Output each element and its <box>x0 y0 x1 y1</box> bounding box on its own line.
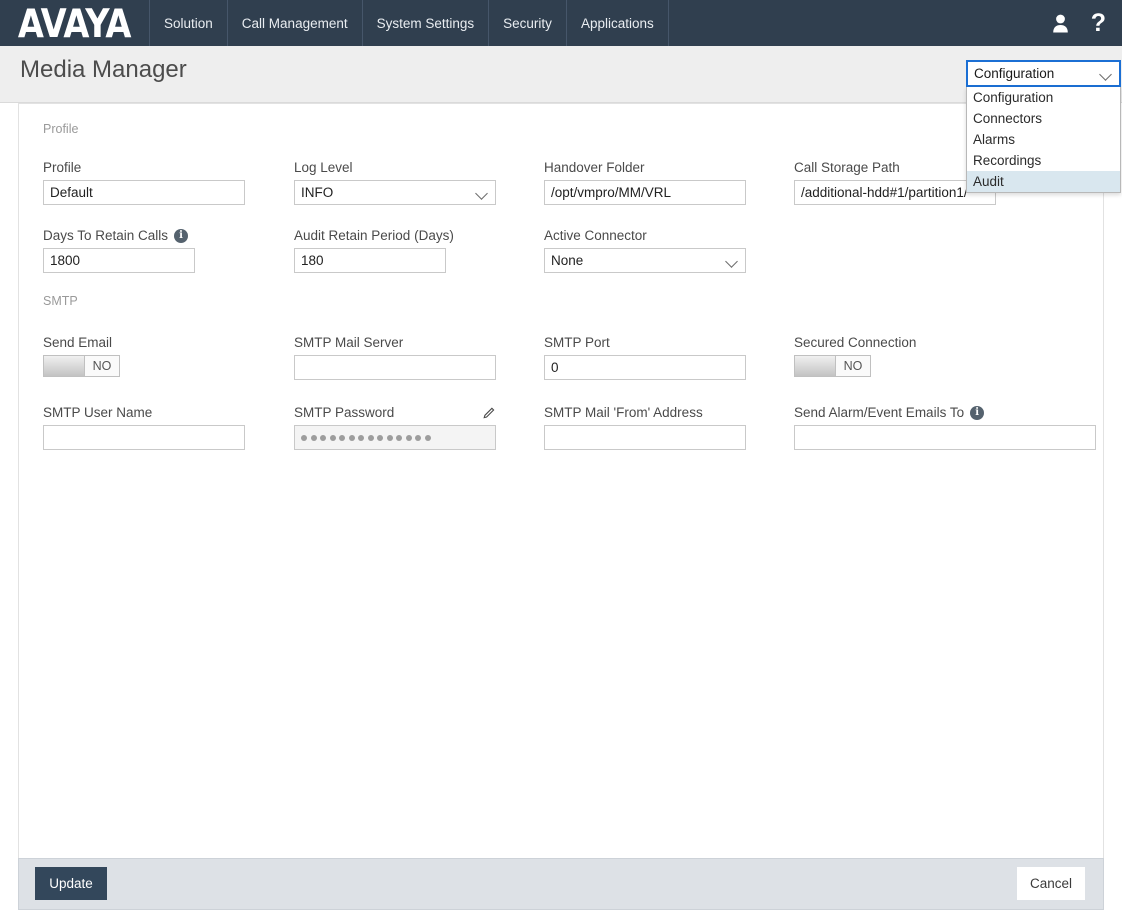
send-email-toggle-knob <box>44 356 85 376</box>
field-send-alarm-event-emails-to: Send Alarm/Event Emails To i <box>794 405 1096 450</box>
dropdown-option-alarms[interactable]: Alarms <box>967 129 1120 150</box>
smtp-mail-from-address-input[interactable] <box>544 425 746 450</box>
avaya-logo-text: AVAYA <box>18 0 131 47</box>
section-header-smtp: SMTP <box>43 294 78 308</box>
field-label-handover-folder: Handover Folder <box>544 160 645 175</box>
user-icon[interactable] <box>1052 14 1069 33</box>
form-action-bar: Update Cancel <box>18 858 1104 910</box>
dropdown-option-connectors[interactable]: Connectors <box>967 108 1120 129</box>
field-send-email: Send Email NO <box>43 335 245 377</box>
update-button[interactable]: Update <box>35 867 107 900</box>
smtp-port-input[interactable]: 0 <box>544 355 746 380</box>
nav-item-security[interactable]: Security <box>489 0 567 46</box>
field-label-days-to-retain-calls: Days To Retain Calls i <box>43 228 195 243</box>
send-email-toggle-value: NO <box>85 356 119 376</box>
send-alarm-event-emails-to-label-text: Send Alarm/Event Emails To <box>794 405 965 420</box>
send-email-toggle[interactable]: NO <box>43 355 120 377</box>
nav-item-applications[interactable]: Applications <box>567 0 669 46</box>
section-header-profile: Profile <box>43 122 79 136</box>
field-label-active-connector: Active Connector <box>544 228 647 243</box>
field-label-send-email: Send Email <box>43 335 113 350</box>
field-label-smtp-mail-server: SMTP Mail Server <box>294 335 404 350</box>
field-label-smtp-user-name: SMTP User Name <box>43 405 153 420</box>
active-connector-select[interactable]: None <box>544 248 746 273</box>
smtp-password-input[interactable] <box>294 425 496 450</box>
days-to-retain-calls-label-text: Days To Retain Calls <box>43 228 169 243</box>
audit-retain-period-input[interactable]: 180 <box>294 248 446 273</box>
configuration-form-card: Profile Profile Default Log Level INFO H… <box>18 103 1104 858</box>
field-label-profile: Profile <box>43 160 82 175</box>
module-selector: Configuration Configuration Connectors A… <box>966 60 1121 193</box>
dropdown-option-configuration[interactable]: Configuration <box>967 87 1120 108</box>
log-level-select[interactable]: INFO <box>294 180 496 205</box>
field-label-smtp-port: SMTP Port <box>544 335 610 350</box>
secured-connection-toggle-knob <box>795 356 836 376</box>
field-label-smtp-password: SMTP Password <box>294 405 496 420</box>
field-active-connector: Active Connector None <box>544 228 746 273</box>
handover-folder-input[interactable]: /opt/vmpro/MM/VRL <box>544 180 746 205</box>
smtp-password-label-text: SMTP Password <box>294 405 395 420</box>
field-audit-retain-period: Audit Retain Period (Days) 180 <box>294 228 454 273</box>
smtp-user-name-input[interactable] <box>43 425 245 450</box>
field-secured-connection: Secured Connection NO <box>794 335 996 377</box>
profile-input[interactable]: Default <box>43 180 245 205</box>
chevron-down-icon <box>726 257 739 265</box>
field-label-secured-connection: Secured Connection <box>794 335 917 350</box>
info-icon[interactable]: i <box>174 228 189 243</box>
smtp-mail-server-input[interactable] <box>294 355 496 380</box>
pencil-icon[interactable] <box>482 406 496 420</box>
field-smtp-mail-server: SMTP Mail Server <box>294 335 496 380</box>
secured-connection-toggle[interactable]: NO <box>794 355 871 377</box>
help-icon[interactable]: ? <box>1090 8 1106 37</box>
field-label-send-alarm-event-emails-to: Send Alarm/Event Emails To i <box>794 405 1096 420</box>
top-navigation-bar: AVAYA Solution Call Management System Se… <box>0 0 1122 46</box>
nav-right-icons: ? <box>1052 0 1122 46</box>
field-smtp-port: SMTP Port 0 <box>544 335 746 380</box>
field-log-level: Log Level INFO <box>294 160 496 205</box>
dropdown-option-audit[interactable]: Audit <box>967 171 1120 192</box>
field-profile: Profile Default <box>43 160 245 205</box>
dropdown-option-recordings[interactable]: Recordings <box>967 150 1120 171</box>
help-icon-glyph: ? <box>1090 8 1106 37</box>
days-to-retain-calls-input[interactable]: 1800 <box>43 248 195 273</box>
field-smtp-mail-from-address: SMTP Mail 'From' Address <box>544 405 746 450</box>
field-days-to-retain-calls: Days To Retain Calls i 1800 <box>43 228 195 273</box>
nav-item-system-settings[interactable]: System Settings <box>363 0 490 46</box>
page-header: Media Manager <box>0 46 1122 103</box>
info-icon[interactable]: i <box>970 405 985 420</box>
avaya-logo[interactable]: AVAYA <box>0 0 150 46</box>
nav-item-call-management[interactable]: Call Management <box>228 0 363 46</box>
secured-connection-toggle-value: NO <box>836 356 870 376</box>
field-smtp-password: SMTP Password <box>294 405 496 450</box>
module-dropdown-list: Configuration Connectors Alarms Recordin… <box>966 87 1121 193</box>
field-label-smtp-mail-from-address: SMTP Mail 'From' Address <box>544 405 703 420</box>
chevron-down-icon <box>476 189 489 197</box>
field-label-audit-retain-period: Audit Retain Period (Days) <box>294 228 454 243</box>
log-level-value: INFO <box>301 185 334 200</box>
field-handover-folder: Handover Folder /opt/vmpro/MM/VRL <box>544 160 746 205</box>
module-select-button[interactable]: Configuration <box>966 60 1121 87</box>
module-select-value: Configuration <box>974 66 1055 81</box>
cancel-button[interactable]: Cancel <box>1017 867 1085 900</box>
field-label-log-level: Log Level <box>294 160 353 175</box>
chevron-down-icon <box>1100 70 1113 78</box>
field-smtp-user-name: SMTP User Name <box>43 405 245 450</box>
nav-item-solution[interactable]: Solution <box>150 0 228 46</box>
smtp-password-masked-dots <box>301 434 431 441</box>
page-title: Media Manager <box>20 56 187 83</box>
send-alarm-event-emails-to-input[interactable] <box>794 425 1096 450</box>
active-connector-value: None <box>551 253 584 268</box>
